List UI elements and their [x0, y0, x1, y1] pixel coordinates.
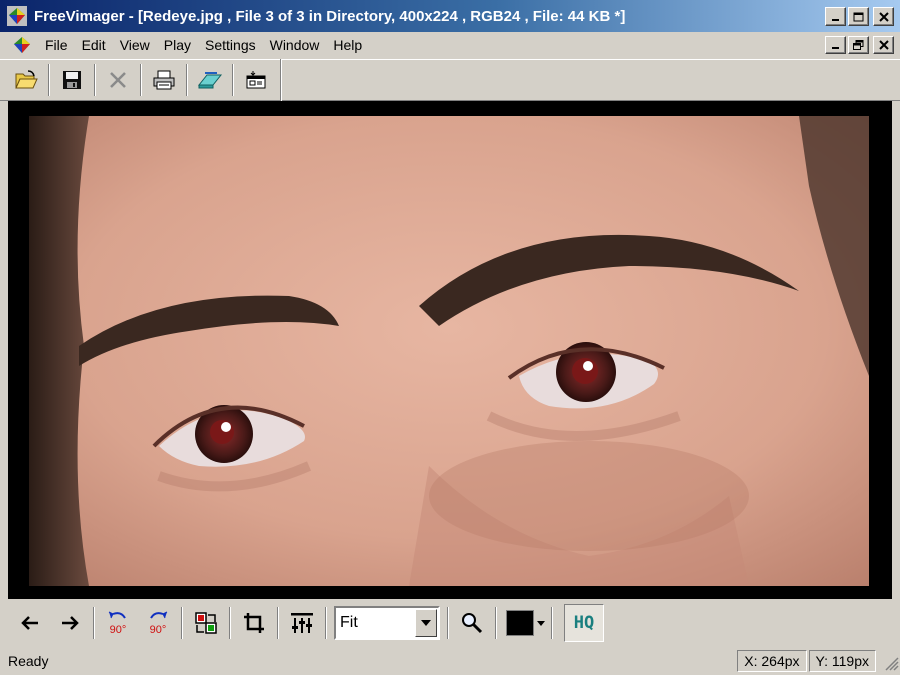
toolbar-separator — [181, 607, 183, 639]
doc-close-button[interactable] — [873, 36, 894, 54]
color-squares-icon — [195, 612, 217, 634]
toolbar-separator — [186, 64, 188, 96]
toolbar-separator — [140, 64, 142, 96]
menu-play[interactable]: Play — [157, 32, 198, 58]
save-button[interactable] — [52, 62, 92, 98]
doc-restore-button[interactable] — [848, 36, 869, 54]
status-bar: Ready X: 264px Y: 119px — [0, 646, 900, 675]
toolbar-separator — [277, 607, 279, 639]
maximize-icon — [853, 12, 864, 21]
menu-bar: File Edit View Play Settings Window Help — [0, 32, 900, 58]
bottom-toolbar: 90° 90° Fit HQ — [0, 600, 900, 646]
adjust-sliders-icon — [291, 613, 313, 633]
zoom-value: Fit — [340, 614, 358, 631]
toolbar-separator — [229, 607, 231, 639]
rotate-cw-icon: 90° — [150, 611, 168, 636]
save-disk-icon — [63, 71, 81, 89]
delete-x-icon — [110, 72, 126, 88]
rotate-ccw-button[interactable]: 90° — [98, 604, 138, 642]
resize-grip[interactable] — [878, 650, 900, 672]
close-icon — [878, 40, 889, 50]
minimize-icon — [831, 47, 839, 49]
delete-button[interactable] — [98, 62, 138, 98]
scan-button[interactable] — [190, 62, 230, 98]
document-icon[interactable] — [12, 35, 32, 55]
color-dropdown-button[interactable] — [534, 618, 548, 628]
menu-help[interactable]: Help — [326, 32, 369, 58]
menu-window[interactable]: Window — [263, 32, 327, 58]
y-coordinate-readout: Y: 119px — [808, 649, 876, 672]
main-toolbar — [0, 59, 900, 101]
toolbar-separator — [447, 607, 449, 639]
background-color-swatch[interactable] — [506, 610, 534, 636]
hq-toggle-button[interactable]: HQ — [564, 604, 604, 642]
scanner-icon — [197, 72, 223, 89]
background-color-picker[interactable] — [506, 610, 548, 636]
menu-settings[interactable]: Settings — [198, 32, 263, 58]
redeye-button[interactable] — [186, 604, 226, 642]
menu-file[interactable]: File — [38, 32, 75, 58]
window-title: FreeVimager - [Redeye.jpg , File 3 of 3 … — [34, 7, 626, 25]
crop-button[interactable] — [234, 604, 274, 642]
chevron-down-icon — [537, 621, 545, 626]
capture-icon — [246, 71, 266, 89]
x-coordinate-readout: X: 264px — [737, 649, 807, 672]
close-button[interactable] — [873, 7, 894, 26]
toolbar-separator — [94, 64, 96, 96]
arrow-right-icon — [62, 616, 79, 630]
minimize-icon — [831, 18, 839, 21]
photo-image[interactable] — [29, 116, 869, 586]
zoom-select[interactable]: Fit — [334, 606, 440, 640]
rotate-ccw-label: 90° — [110, 624, 127, 636]
toolbar-separator — [232, 64, 234, 96]
title-bar[interactable]: FreeVimager - [Redeye.jpg , File 3 of 3 … — [0, 0, 900, 32]
close-icon — [878, 11, 889, 22]
resize-grip-icon — [885, 656, 899, 671]
maximize-button[interactable] — [848, 7, 869, 26]
adjust-button[interactable] — [282, 604, 322, 642]
print-icon — [153, 70, 175, 90]
toolbar-separator — [48, 64, 50, 96]
freevimager-app-icon[interactable] — [6, 5, 28, 27]
redeye-face-photo — [29, 116, 869, 586]
toolbar-separator — [280, 59, 282, 101]
open-folder-icon — [15, 70, 38, 89]
toolbar-separator — [495, 607, 497, 639]
rotate-cw-label: 90° — [150, 624, 167, 636]
zoom-tool-button[interactable] — [452, 604, 492, 642]
menu-edit[interactable]: Edit — [75, 32, 113, 58]
menu-view[interactable]: View — [113, 32, 157, 58]
image-viewer[interactable] — [8, 101, 892, 599]
previous-button[interactable] — [10, 604, 50, 642]
next-button[interactable] — [50, 604, 90, 642]
minimize-button[interactable] — [825, 7, 846, 26]
arrow-left-icon — [21, 616, 38, 630]
rotate-cw-button[interactable]: 90° — [138, 604, 178, 642]
crop-icon — [244, 613, 264, 633]
status-text: Ready — [8, 652, 49, 669]
capture-button[interactable] — [236, 62, 276, 98]
toolbar-separator — [325, 607, 327, 639]
chevron-down-icon — [421, 620, 431, 626]
open-button[interactable] — [6, 62, 46, 98]
magnifier-icon — [462, 613, 483, 634]
rotate-ccw-icon: 90° — [108, 611, 127, 636]
toolbar-separator — [93, 607, 95, 639]
doc-minimize-button[interactable] — [825, 36, 846, 54]
zoom-dropdown-button[interactable] — [415, 609, 437, 637]
toolbar-separator — [551, 607, 553, 639]
restore-icon — [853, 40, 864, 50]
print-button[interactable] — [144, 62, 184, 98]
